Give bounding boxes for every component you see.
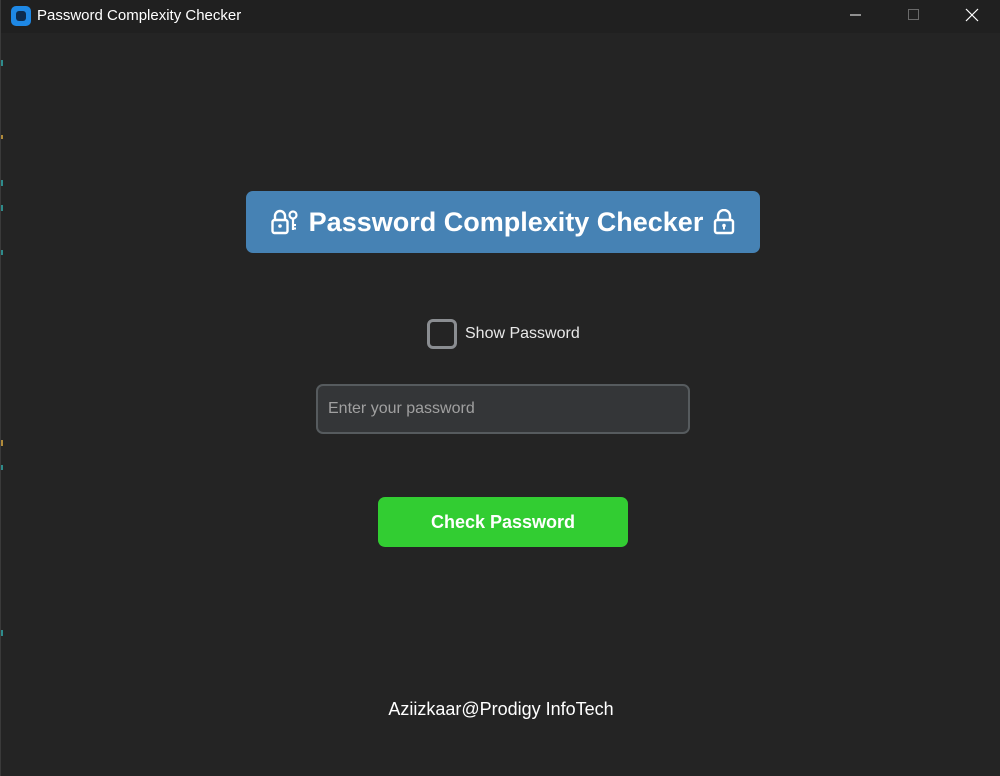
password-input[interactable] xyxy=(316,384,690,434)
show-password-label: Show Password xyxy=(465,325,580,342)
header-title: Password Complexity Checker xyxy=(308,206,704,237)
footer-credit: Aziizkaar@Prodigy InfoTech xyxy=(388,699,614,719)
minimize-button[interactable] xyxy=(827,0,885,30)
close-icon xyxy=(965,8,979,22)
show-password-toggle[interactable]: Show Password xyxy=(427,319,580,349)
minimize-icon xyxy=(850,14,861,16)
window-title: Password Complexity Checker xyxy=(37,7,242,24)
lock-icon xyxy=(714,209,735,235)
maximize-icon xyxy=(908,9,919,20)
title-bar[interactable]: Password Complexity Checker xyxy=(1,0,1000,33)
check-password-button[interactable]: Check Password xyxy=(378,497,628,547)
close-button[interactable] xyxy=(943,0,1000,30)
window-edge-marks xyxy=(1,60,3,636)
maximize-button[interactable] xyxy=(885,0,943,30)
app-window: Password Complexity Checker Password Com… xyxy=(0,0,1000,776)
header-banner: Password Complexity Checker xyxy=(246,191,760,253)
show-password-checkbox[interactable] xyxy=(427,319,457,349)
app-icon xyxy=(11,6,31,26)
lock-with-key-icon xyxy=(270,209,298,235)
